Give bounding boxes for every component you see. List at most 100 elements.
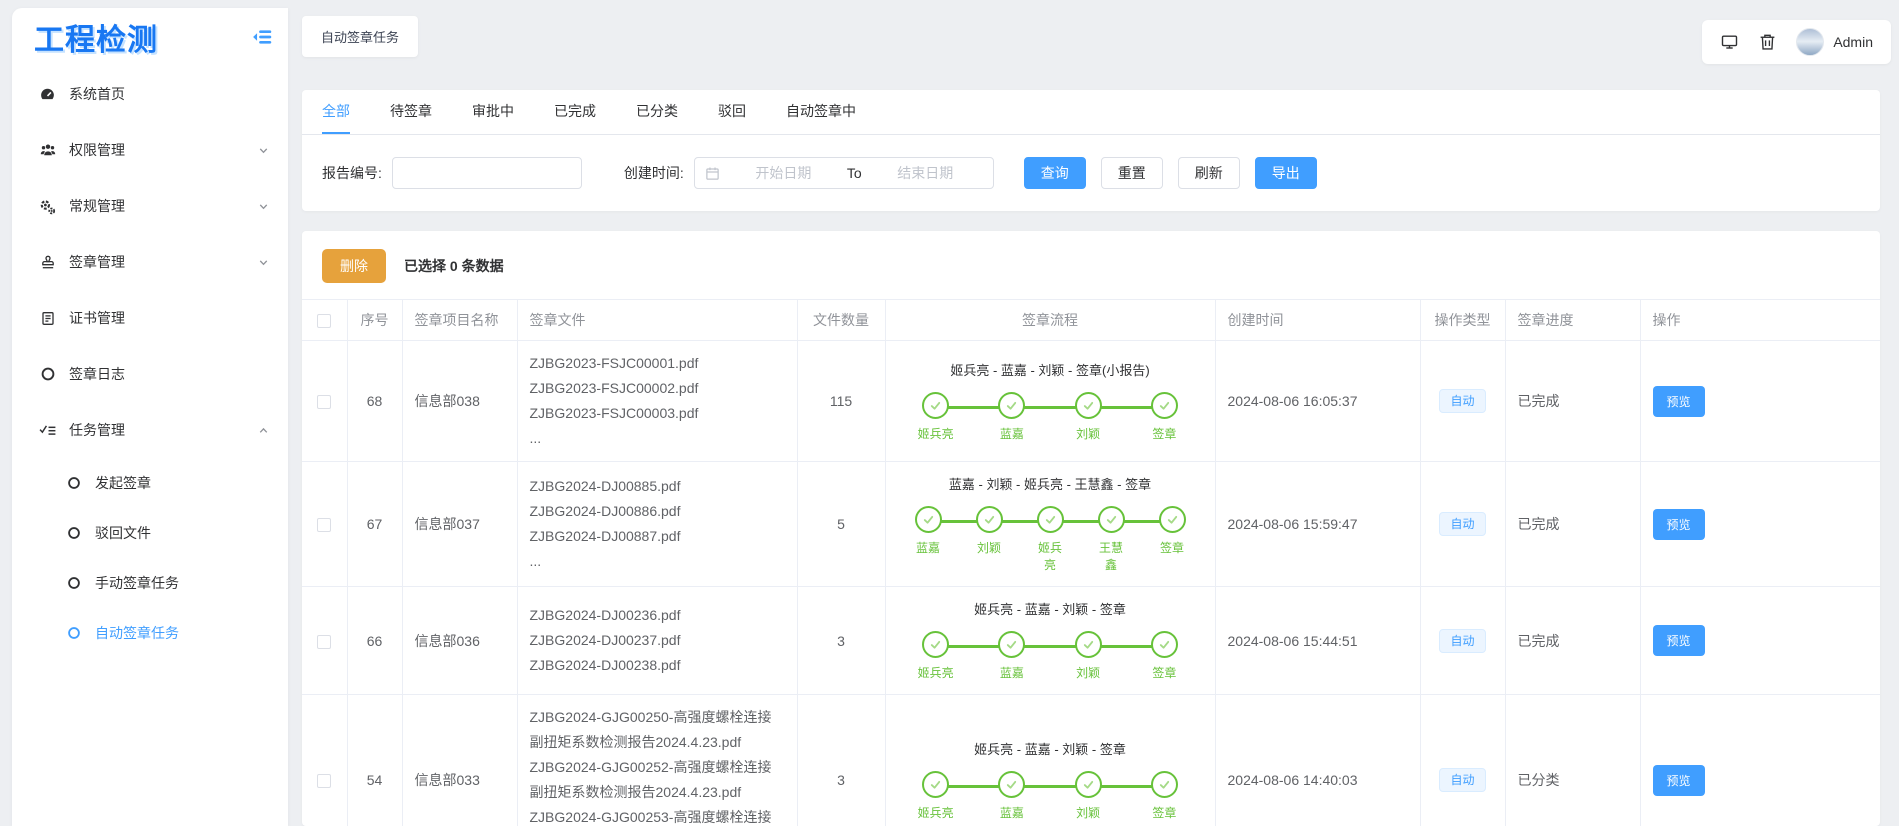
breadcrumb-tab-chip[interactable]: 自动签章任务 [302,16,419,57]
flow-title: 蓝嘉 - 刘颖 - 姬兵亮 - 王慧鑫 - 签章 [948,477,1152,492]
op-type-cell: 自动 [1420,586,1506,695]
sidebar-item[interactable]: 权限管理 [12,122,288,178]
flow-step-label: 姬兵亮 [917,666,954,680]
report-no-input[interactable] [391,157,582,189]
sidebar-item[interactable]: 系统首页 [12,66,288,122]
main-content: 自动签章任务 Admin 全部 待签章 审批中 已完成 已分类 驳回 自动签章中… [288,0,1899,826]
dashboard-icon [38,86,57,103]
row-checkbox[interactable] [317,395,332,410]
file-count-cell: 115 [797,340,886,462]
reset-button[interactable]: 重置 [1100,157,1163,189]
check-circle-icon [914,506,942,533]
flow-steps: 姬兵亮 蓝嘉 刘颖 签章 [898,631,1203,682]
sidebar-subitem[interactable]: 发起签章 [12,458,288,508]
sidebar-subitem[interactable]: 驳回文件 [12,508,288,558]
user-menu[interactable]: Admin [1796,28,1873,56]
file-name: ZJBG2024-DJ00237.pdf [529,632,681,648]
table-row: 68 信息部038 ZJBG2023-FSJC00001.pdf ZJBG2023-F… [302,340,1880,462]
status-tab[interactable]: 自动签章中 [786,90,856,134]
sidebar-subitem-label: 驳回文件 [95,525,151,541]
file-name: ZJBG2024-GJG00250-高强度螺栓连接副扭矩系数检测报告2024.4… [529,709,772,750]
refresh-button[interactable]: 刷新 [1177,157,1240,189]
check-circle-icon [922,391,950,419]
start-date-input[interactable]: 开始日期 [726,163,841,183]
seq-cell: 68 [347,340,403,462]
files-cell: ZJBG2024-GJG00250-高强度螺栓连接副扭矩系数检测报告2024.4… [517,694,798,826]
table-row: 67 信息部037 ZJBG2024-DJ00885.pdf ZJBG2024-DJ0… [302,461,1880,587]
row-checkbox-cell [302,340,348,462]
op-type-cell: 自动 [1420,694,1506,826]
op-type-cell: 自动 [1420,461,1506,587]
flow-title: 姬兵亮 - 蓝嘉 - 刘颖 - 签章 [974,741,1126,757]
status-tab[interactable]: 已分类 [636,90,678,134]
sidebar-item[interactable]: 常规管理 [12,178,288,234]
status-tab[interactable]: 待签章 [390,90,432,134]
trash-icon[interactable] [1759,33,1776,51]
flow-step-label: 蓝嘉 [999,426,1024,441]
flow-step-label: 姬兵亮 [1037,541,1062,572]
sidebar-item[interactable]: 任务管理 [12,402,288,458]
preview-button[interactable]: 预览 [1652,508,1705,540]
sidebar-subitem[interactable]: 自动签章任务 [12,608,288,658]
delete-button[interactable]: 删除 [322,249,386,283]
column-header: 签章文件 [517,299,798,341]
preview-button[interactable]: 预览 [1652,385,1705,417]
sidebar-item[interactable]: 签章日志 [12,346,288,402]
column-header: 创建时间 [1215,299,1421,341]
check-circle-icon [998,631,1026,658]
flow-step-label: 刘颖 [1076,666,1101,680]
monitor-icon[interactable] [1720,33,1739,51]
file-name: ZJBG2023-FSJC00003.pdf [529,405,699,421]
status-tab[interactable]: 已完成 [554,90,596,134]
select-all-checkbox[interactable] [317,314,332,329]
export-button[interactable]: 导出 [1254,157,1317,189]
project-name-cell: 信息部037 [402,461,518,587]
status-tab[interactable]: 全部 [322,90,350,134]
chevron-up-icon [257,424,270,437]
flow-step-label: 刘颖 [1076,426,1101,441]
file-name: ZJBG2024-DJ00886.pdf [529,503,681,519]
sidebar-collapse-icon[interactable] [252,26,274,48]
created-time-cell: 2024-08-06 14:40:03 [1215,694,1421,826]
action-cell: 预览 [1640,340,1880,462]
table-body: 68 信息部038 ZJBG2023-FSJC00001.pdf ZJBG2023-F… [302,340,1880,826]
row-checkbox[interactable] [317,774,332,789]
status-tab[interactable]: 驳回 [718,90,746,134]
op-type-badge: 自动 [1439,768,1486,792]
app-logo: 工程检测 [34,24,158,57]
flow-step: 刘颖 [1011,391,1126,443]
preview-button[interactable]: 预览 [1652,764,1705,796]
project-name-cell: 信息部038 [402,340,518,462]
created-time-cell: 2024-08-06 15:44:51 [1215,586,1421,695]
op-type-badge: 自动 [1439,628,1486,653]
search-button[interactable]: 查询 [1023,157,1086,189]
stamp-icon [38,254,57,271]
progress-cell: 已完成 [1505,586,1641,695]
chevron-down-icon [257,256,270,269]
table-toolbar: 删除 已选择 0 条数据 [302,231,1880,299]
flow-step: 姬兵亮 [898,631,974,682]
sidebar-item[interactable]: 证书管理 [12,290,288,346]
status-tab[interactable]: 审批中 [472,90,514,134]
files-cell: ZJBG2024-DJ00236.pdf ZJBG2024-DJ00237.pdf… [517,586,798,695]
row-checkbox-cell [302,461,348,587]
files-cell: ZJBG2024-DJ00885.pdf ZJBG2024-DJ00886.pdf… [517,461,798,587]
calendar-icon [705,166,720,181]
check-circle-icon [975,506,1003,533]
flow-step-label: 蓝嘉 [999,666,1024,680]
end-date-input[interactable]: 结束日期 [868,163,983,183]
sidebar-item[interactable]: 签章管理 [12,234,288,290]
row-checkbox[interactable] [317,518,332,533]
signature-flow: 姬兵亮 - 蓝嘉 - 刘颖 - 签章 姬兵亮 蓝嘉 刘颖 签章 [898,737,1203,824]
check-circle-icon [1158,506,1186,533]
date-range-picker[interactable]: 开始日期 To 结束日期 [693,157,994,189]
flow-step-label: 签章 [1159,541,1184,555]
file-count-cell: 3 [797,586,886,695]
sidebar-subitem[interactable]: 手动签章任务 [12,558,288,608]
created-time-cell: 2024-08-06 15:59:47 [1215,461,1421,587]
seq-cell: 67 [347,461,403,587]
check-circle-icon [1074,770,1102,798]
sidebar-subitem-label: 手动签章任务 [95,575,179,591]
preview-button[interactable]: 预览 [1652,625,1705,656]
row-checkbox[interactable] [317,634,332,649]
